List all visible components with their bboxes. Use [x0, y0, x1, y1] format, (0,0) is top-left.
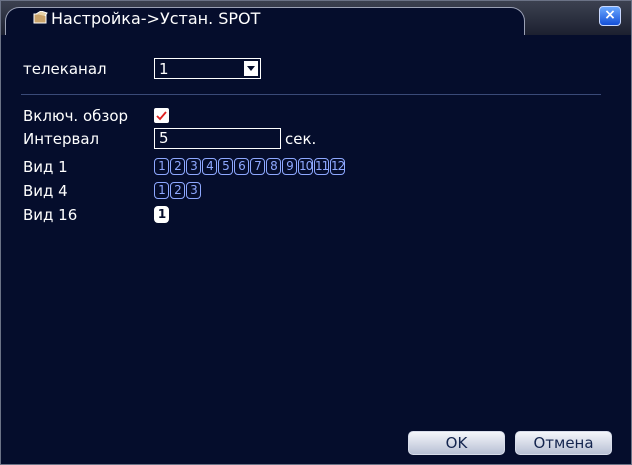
view16-channel-button[interactable]: 1: [154, 206, 169, 223]
spot-settings-window: Настройка->Устан. SPOT × телеканал 1 Вкл…: [0, 0, 632, 465]
window-title: Настройка->Устан. SPOT: [51, 9, 261, 28]
view4-channel-button[interactable]: 3: [186, 182, 201, 199]
checkmark-icon: [156, 111, 167, 121]
settings-icon: [33, 10, 49, 24]
view1-channel-button[interactable]: 1: [154, 158, 169, 175]
channel-label: телеканал: [23, 60, 107, 78]
view4-label: Вид 4: [23, 182, 68, 200]
view1-channel-button[interactable]: 4: [202, 158, 217, 175]
tour-enable-checkbox[interactable]: [154, 108, 169, 123]
view1-channel-button[interactable]: 12: [330, 158, 345, 175]
title-bar: Настройка->Устан. SPOT ×: [1, 1, 631, 35]
view1-label: Вид 1: [23, 158, 68, 176]
cancel-button[interactable]: Отмена: [515, 431, 612, 455]
view1-channel-button[interactable]: 2: [170, 158, 185, 175]
interval-unit: сек.: [285, 130, 317, 148]
view1-channel-button[interactable]: 3: [186, 158, 201, 175]
chevron-down-icon[interactable]: [244, 61, 258, 76]
view1-channel-button[interactable]: 11: [314, 158, 329, 175]
view4-channel-button[interactable]: 2: [170, 182, 185, 199]
ok-button[interactable]: OK: [408, 431, 505, 455]
view4-channel-row: 1 2 3: [154, 182, 201, 199]
channel-select-value: 1: [159, 60, 169, 78]
view1-channel-button[interactable]: 9: [282, 158, 297, 175]
view1-channel-button[interactable]: 10: [298, 158, 313, 175]
interval-label: Интервал: [23, 130, 100, 148]
close-icon[interactable]: ×: [599, 6, 621, 26]
view1-channel-button[interactable]: 6: [234, 158, 249, 175]
view1-channel-button[interactable]: 5: [218, 158, 233, 175]
tour-enable-label: Включ. обзор: [23, 107, 129, 125]
view4-channel-button[interactable]: 1: [154, 182, 169, 199]
view16-label: Вид 16: [23, 206, 78, 224]
view1-channel-button[interactable]: 8: [266, 158, 281, 175]
divider: [21, 94, 601, 95]
view1-channel-row: 1 2 3 4 5 6 7 8 9 10 11 12: [154, 158, 345, 175]
view16-channel-row: 1: [154, 206, 169, 223]
view1-channel-button[interactable]: 7: [250, 158, 265, 175]
channel-select[interactable]: 1: [154, 58, 261, 79]
interval-input[interactable]: 5: [154, 128, 281, 149]
